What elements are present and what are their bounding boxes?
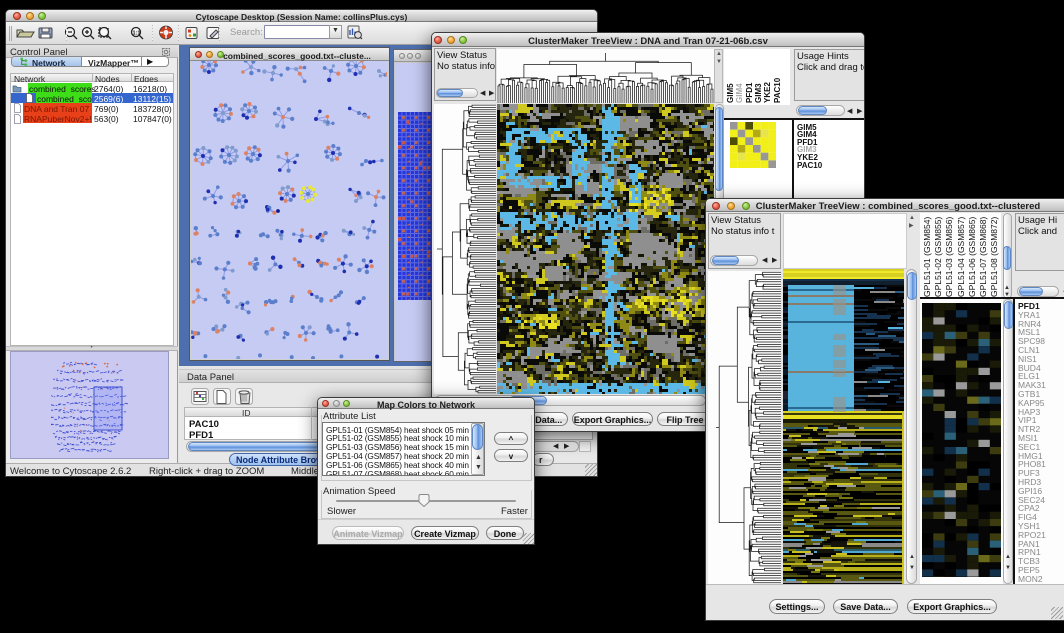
svg-text:1:1: 1:1 <box>133 31 141 37</box>
